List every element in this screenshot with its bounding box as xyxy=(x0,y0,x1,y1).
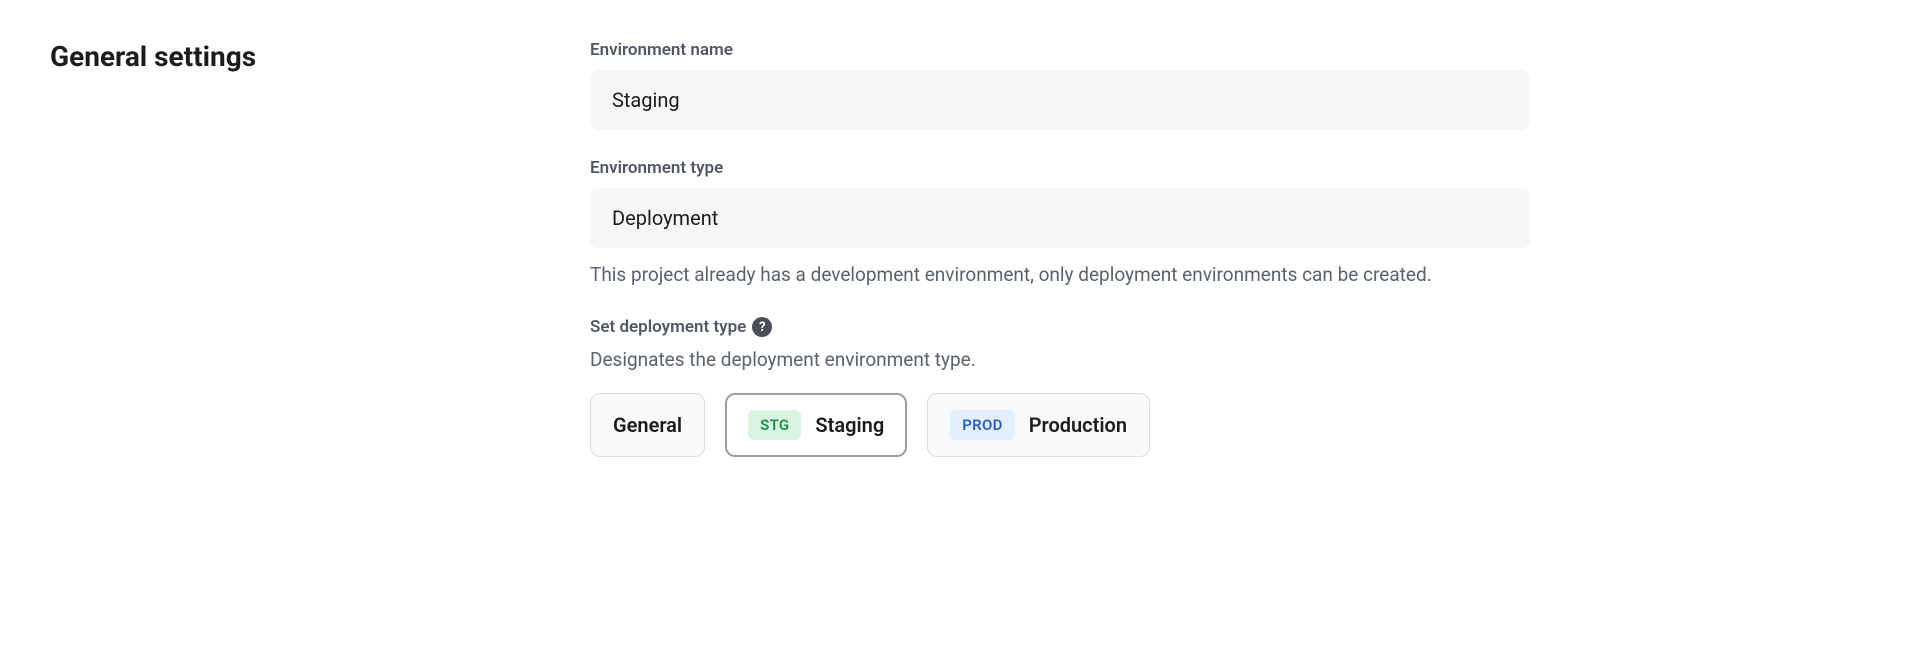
deployment-type-staging-label: Staging xyxy=(815,413,884,437)
stg-badge: STG xyxy=(748,410,801,440)
deployment-type-label: Set deployment type xyxy=(590,317,746,337)
environment-name-label: Environment name xyxy=(590,40,1530,60)
deployment-type-group: Set deployment type ? Designates the dep… xyxy=(590,317,1530,456)
environment-type-input[interactable] xyxy=(590,188,1530,248)
page-title: General settings xyxy=(50,40,530,73)
environment-type-group: Environment type This project already ha… xyxy=(590,158,1530,289)
environment-name-input[interactable] xyxy=(590,70,1530,130)
environment-name-group: Environment name xyxy=(590,40,1530,130)
deployment-type-general-label: General xyxy=(613,413,682,437)
deployment-type-production-button[interactable]: PROD Production xyxy=(927,393,1150,457)
deployment-type-staging-button[interactable]: STG Staging xyxy=(725,393,907,457)
deployment-type-description: Designates the deployment environment ty… xyxy=(590,345,1530,374)
prod-badge: PROD xyxy=(950,410,1014,440)
help-icon[interactable]: ? xyxy=(752,317,772,337)
deployment-type-general-button[interactable]: General xyxy=(590,393,705,457)
deployment-type-production-label: Production xyxy=(1029,413,1127,437)
deployment-type-options: General STG Staging PROD Production xyxy=(590,393,1530,457)
environment-type-label: Environment type xyxy=(590,158,1530,178)
environment-type-help: This project already has a development e… xyxy=(590,260,1530,289)
